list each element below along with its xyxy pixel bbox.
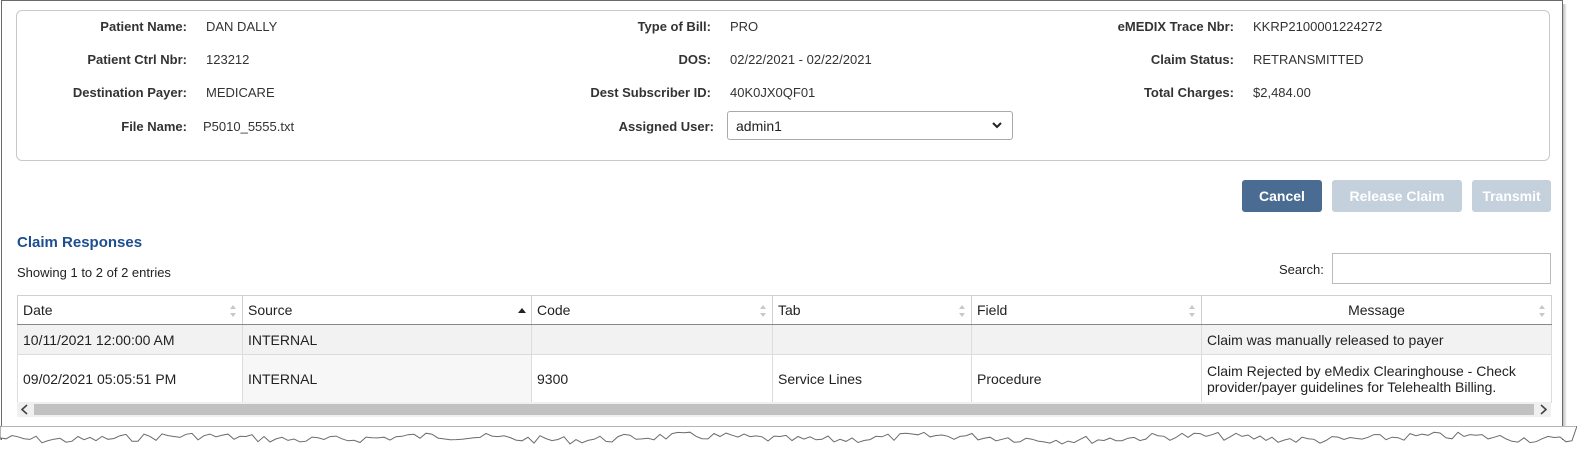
trace-nbr-label: eMEDIX Trace Nbr:: [1117, 19, 1234, 34]
cell-message: Claim was manually released to payer: [1201, 324, 1552, 355]
dest-payer-value: MEDICARE: [206, 85, 275, 100]
arrow-right-icon[interactable]: [1538, 404, 1548, 415]
claim-responses-title: Claim Responses: [17, 234, 143, 251]
table-row[interactable]: 09/02/2021 05:05:51 PM INTERNAL 9300 Ser…: [17, 354, 1552, 403]
patient-name-label: Patient Name:: [100, 19, 187, 34]
cell-date: 10/11/2021 12:00:00 AM: [17, 324, 243, 355]
dest-subscriber-label: Dest Subscriber ID:: [590, 85, 711, 100]
total-charges-label: Total Charges:: [1143, 85, 1234, 100]
sort-both-icon: [1539, 305, 1545, 317]
assigned-user-value: admin1: [736, 118, 782, 134]
dest-subscriber-value: 40K0JX0QF01: [730, 85, 816, 100]
search-label: Search:: [1279, 262, 1324, 277]
sort-both-icon: [230, 305, 236, 317]
cell-date: 09/02/2021 05:05:51 PM: [17, 354, 243, 403]
release-claim-button[interactable]: Release Claim: [1332, 180, 1462, 212]
sort-both-icon: [959, 305, 965, 317]
column-header-source[interactable]: Source: [242, 295, 532, 325]
bill-type-value: PRO: [730, 19, 759, 34]
claim-info-panel: Patient Name: DAN DALLY Patient Ctrl Nbr…: [16, 10, 1550, 161]
cell-source: INTERNAL: [242, 324, 532, 355]
cell-code: 9300: [531, 354, 773, 403]
assigned-user-label: Assigned User:: [618, 119, 714, 134]
column-header-date[interactable]: Date: [17, 295, 243, 325]
cell-field: [971, 324, 1202, 355]
file-name-value: P5010_5555.txt: [203, 119, 295, 134]
cell-message: Claim Rejected by eMedix Clearinghouse -…: [1201, 354, 1552, 403]
chevron-down-icon: [992, 122, 1002, 129]
entries-info: Showing 1 to 2 of 2 entries: [17, 265, 171, 280]
arrow-left-icon[interactable]: [20, 404, 30, 415]
column-header-tab[interactable]: Tab: [772, 295, 972, 325]
column-header-field[interactable]: Field: [971, 295, 1202, 325]
assigned-user-select[interactable]: admin1: [727, 111, 1013, 140]
dos-value: 02/22/2021 - 02/22/2021: [730, 52, 872, 67]
table-header-row: Date Source Code Tab Field Message: [17, 295, 1552, 325]
cell-code: [531, 324, 773, 355]
patient-name-value: DAN DALLY: [206, 19, 278, 34]
total-charges-value: $2,484.00: [1253, 85, 1311, 100]
transmit-button[interactable]: Transmit: [1472, 180, 1551, 212]
bill-type-label: Type of Bill:: [637, 19, 711, 34]
column-header-code[interactable]: Code: [531, 295, 773, 325]
column-header-message[interactable]: Message: [1201, 295, 1552, 325]
table-row[interactable]: 10/11/2021 12:00:00 AM INTERNAL Claim wa…: [17, 324, 1552, 355]
patient-ctrl-label: Patient Ctrl Nbr:: [87, 52, 187, 67]
patient-ctrl-value: 123212: [206, 52, 250, 67]
cell-field: Procedure: [971, 354, 1202, 403]
dest-payer-label: Destination Payer:: [72, 85, 187, 100]
search-input[interactable]: [1332, 253, 1551, 284]
trace-nbr-value: KKRP2100001224272: [1253, 19, 1383, 34]
sort-both-icon: [760, 305, 766, 317]
cancel-button[interactable]: Cancel: [1242, 180, 1322, 212]
claim-status-label: Claim Status:: [1150, 52, 1234, 67]
torn-edge: [0, 426, 1577, 445]
sort-asc-icon: [518, 308, 526, 313]
frame-shadow: [1563, 4, 1567, 440]
cell-source: INTERNAL: [242, 354, 532, 403]
sort-both-icon: [1189, 305, 1195, 317]
horizontal-scrollbar[interactable]: [17, 402, 1551, 417]
claim-status-value: RETRANSMITTED: [1253, 52, 1364, 67]
responses-table: Date Source Code Tab Field Message 10/11…: [17, 295, 1552, 403]
cell-tab: Service Lines: [772, 354, 972, 403]
dos-label: DOS:: [678, 52, 712, 67]
file-name-label: File Name:: [121, 119, 187, 134]
cell-tab: [772, 324, 972, 355]
scrollbar-thumb[interactable]: [34, 404, 1534, 415]
